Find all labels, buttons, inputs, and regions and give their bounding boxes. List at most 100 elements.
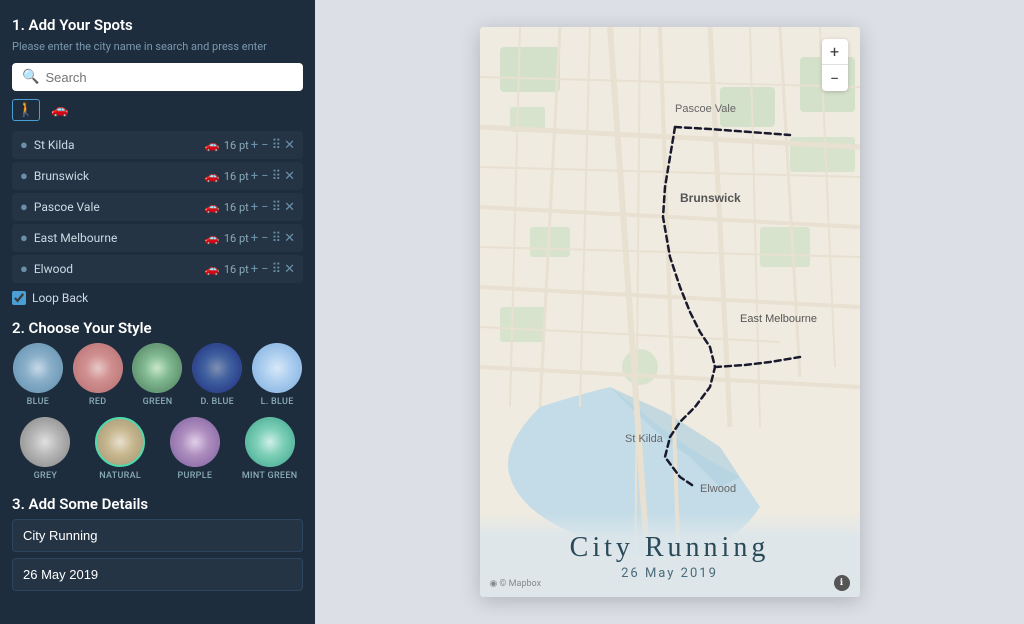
zoom-out-button[interactable]: − xyxy=(822,65,848,91)
spot-row: ● East Melbourne 🚗 16 pt + − ⠿ ✕ xyxy=(12,224,303,252)
style-label-grey: GREY xyxy=(34,471,58,481)
spot-delete-btn[interactable]: ✕ xyxy=(284,201,295,214)
loop-back-row: Loop Back xyxy=(12,291,303,305)
spot-increase-btn[interactable]: + xyxy=(251,139,258,152)
style-circle-blue xyxy=(13,343,63,393)
style-item-lblue[interactable]: L. BLUE xyxy=(251,343,303,407)
style-circle-purple xyxy=(170,417,220,467)
style-label-purple: PURPLE xyxy=(177,471,212,481)
info-button[interactable]: ℹ xyxy=(834,575,850,591)
style-grid-row2: GREY NATURAL PURPLE MINT GREEN xyxy=(12,417,303,481)
map-main-title: City Running xyxy=(500,532,840,564)
spot-controls: + − ⠿ ✕ xyxy=(251,232,295,245)
spot-increase-btn[interactable]: + xyxy=(251,170,258,183)
mapbox-logo: ◉ © Mapbox xyxy=(490,579,542,589)
style-item-natural[interactable]: NATURAL xyxy=(87,417,154,481)
spot-row: ● St Kilda 🚗 16 pt + − ⠿ ✕ xyxy=(12,131,303,159)
section1-title: 1. Add Your Spots xyxy=(12,16,303,34)
spot-increase-btn[interactable]: + xyxy=(251,201,258,214)
style-circle-dblue xyxy=(192,343,242,393)
spot-drag-btn[interactable]: ⠿ xyxy=(272,201,282,214)
spot-controls: + − ⠿ ✕ xyxy=(251,263,295,276)
spot-pt: 16 pt xyxy=(224,232,249,245)
style-label-green: GREEN xyxy=(143,397,173,407)
style-item-dblue[interactable]: D. BLUE xyxy=(191,343,243,407)
style-circle-grey xyxy=(20,417,70,467)
style-circle-mint xyxy=(245,417,295,467)
section-add-spots: 1. Add Your Spots Please enter the city … xyxy=(12,16,303,305)
spot-name: East Melbourne xyxy=(34,231,205,245)
style-item-blue[interactable]: BLUE xyxy=(12,343,64,407)
style-item-purple[interactable]: PURPLE xyxy=(162,417,229,481)
search-input[interactable] xyxy=(45,70,293,85)
zoom-in-button[interactable]: + xyxy=(822,39,848,65)
walk-icon[interactable]: 🚶 xyxy=(12,99,40,121)
spot-decrease-btn[interactable]: − xyxy=(261,263,268,276)
spot-delete-btn[interactable]: ✕ xyxy=(284,170,295,183)
loop-back-label: Loop Back xyxy=(32,291,88,305)
spot-name: Pascoe Vale xyxy=(34,200,205,214)
style-label-red: RED xyxy=(89,397,107,407)
style-grid-row1: BLUE RED GREEN D. BLUE L. BLUE xyxy=(12,343,303,407)
style-label-dblue: D. BLUE xyxy=(201,397,235,407)
spot-pt: 16 pt xyxy=(224,263,249,276)
spot-row: ● Brunswick 🚗 16 pt + − ⠿ ✕ xyxy=(12,162,303,190)
spot-list: ● St Kilda 🚗 16 pt + − ⠿ ✕ ● Brunswick 🚗… xyxy=(12,131,303,283)
transport-icons: 🚶 🚗 xyxy=(12,99,303,121)
spot-pt: 16 pt xyxy=(224,139,249,152)
style-item-green[interactable]: GREEN xyxy=(132,343,184,407)
section1-subtitle: Please enter the city name in search and… xyxy=(12,40,303,53)
spot-name: Elwood xyxy=(34,262,205,276)
spot-pin-icon: ● xyxy=(20,230,28,246)
map-subtitle: 26 May 2019 xyxy=(500,566,840,581)
spot-controls: + − ⠿ ✕ xyxy=(251,139,295,152)
svg-text:East Melbourne: East Melbourne xyxy=(740,313,817,325)
spot-controls: + − ⠿ ✕ xyxy=(251,170,295,183)
spot-decrease-btn[interactable]: − xyxy=(261,232,268,245)
style-item-red[interactable]: RED xyxy=(72,343,124,407)
style-label-blue: BLUE xyxy=(27,397,50,407)
loop-back-checkbox[interactable] xyxy=(12,291,26,305)
style-label-mint: MINT GREEN xyxy=(242,471,298,481)
section-choose-style: 2. Choose Your Style BLUE RED GREEN D. B… xyxy=(12,319,303,481)
svg-text:St Kilda: St Kilda xyxy=(625,433,664,445)
right-panel: Pascoe Vale Brunswick East Melbourne St … xyxy=(315,0,1024,624)
search-icon: 🔍 xyxy=(22,69,39,85)
spot-drag-btn[interactable]: ⠿ xyxy=(272,263,282,276)
spot-decrease-btn[interactable]: − xyxy=(261,201,268,214)
style-item-grey[interactable]: GREY xyxy=(12,417,79,481)
spot-drag-btn[interactable]: ⠿ xyxy=(272,170,282,183)
style-label-lblue: L. BLUE xyxy=(261,397,294,407)
spot-increase-btn[interactable]: + xyxy=(251,263,258,276)
spot-pin-icon: ● xyxy=(20,168,28,184)
car-icon[interactable]: 🚗 xyxy=(46,99,74,121)
spot-pin-icon: ● xyxy=(20,261,28,277)
style-circle-natural xyxy=(95,417,145,467)
spot-drag-btn[interactable]: ⠿ xyxy=(272,139,282,152)
spot-decrease-btn[interactable]: − xyxy=(261,139,268,152)
spot-delete-btn[interactable]: ✕ xyxy=(284,139,295,152)
style-label-natural: NATURAL xyxy=(99,471,141,481)
spot-row: ● Elwood 🚗 16 pt + − ⠿ ✕ xyxy=(12,255,303,283)
spot-pt: 16 pt xyxy=(224,170,249,183)
svg-text:Elwood: Elwood xyxy=(700,483,736,495)
style-circle-red xyxy=(73,343,123,393)
style-circle-lblue xyxy=(252,343,302,393)
search-box: 🔍 xyxy=(12,63,303,91)
spot-drag-btn[interactable]: ⠿ xyxy=(272,232,282,245)
spot-pt: 16 pt xyxy=(224,201,249,214)
spot-increase-btn[interactable]: + xyxy=(251,232,258,245)
section2-title: 2. Choose Your Style xyxy=(12,319,303,337)
spot-delete-btn[interactable]: ✕ xyxy=(284,263,295,276)
style-item-mint[interactable]: MINT GREEN xyxy=(236,417,303,481)
left-panel: 1. Add Your Spots Please enter the city … xyxy=(0,0,315,624)
spot-decrease-btn[interactable]: − xyxy=(261,170,268,183)
svg-text:Brunswick: Brunswick xyxy=(680,191,741,205)
spot-transport-icon: 🚗 xyxy=(205,169,220,183)
map-date-input[interactable] xyxy=(12,558,303,591)
spot-delete-btn[interactable]: ✕ xyxy=(284,232,295,245)
spot-name: St Kilda xyxy=(34,138,205,152)
section-add-details: 3. Add Some Details xyxy=(12,495,303,597)
map-title-input[interactable] xyxy=(12,519,303,552)
spot-pin-icon: ● xyxy=(20,199,28,215)
